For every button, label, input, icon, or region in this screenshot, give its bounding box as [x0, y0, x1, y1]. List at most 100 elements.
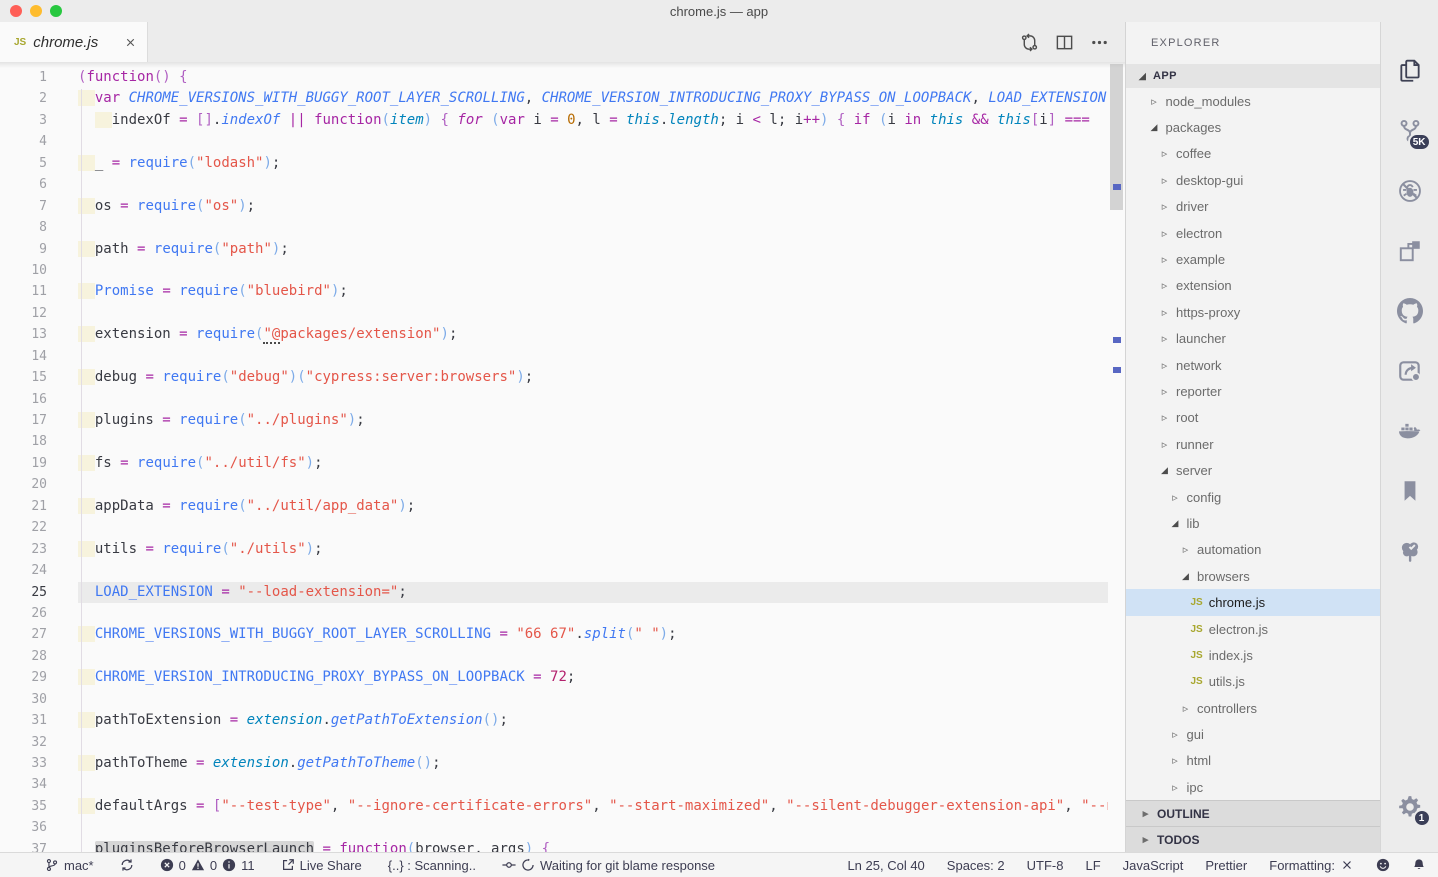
activity-explorer[interactable] [1387, 58, 1433, 118]
code-text[interactable] [78, 774, 1108, 795]
activity-debug[interactable] [1387, 178, 1433, 238]
line-number[interactable]: 1 [0, 67, 47, 88]
code-text[interactable]: Promise = require("bluebird"); [78, 281, 1108, 302]
line-number[interactable]: 22 [0, 517, 47, 538]
tree-item-https-proxy[interactable]: ▹https-proxy [1126, 299, 1380, 325]
code-text[interactable]: fs = require("../util/fs"); [78, 453, 1108, 474]
code-text[interactable] [78, 303, 1108, 324]
tree-item-lib[interactable]: ◢lib [1126, 510, 1380, 536]
line-number[interactable]: 6 [0, 174, 47, 195]
line-number[interactable]: 18 [0, 431, 47, 452]
line-number[interactable]: 8 [0, 217, 47, 238]
code-text[interactable]: (function() { [78, 67, 1108, 88]
tree-item-chrome-js[interactable]: JSchrome.js [1126, 589, 1380, 615]
formatting-toggle[interactable]: Formatting: [1269, 858, 1354, 873]
code-text[interactable]: os = require("os"); [78, 196, 1108, 217]
tree-item-controllers[interactable]: ▹controllers [1126, 695, 1380, 721]
line-number[interactable]: 34 [0, 774, 47, 795]
code-text[interactable] [78, 174, 1108, 195]
tree-item-network[interactable]: ▹network [1126, 352, 1380, 378]
section-header-outline[interactable]: ▸ OUTLINE [1126, 800, 1380, 826]
activity-settings[interactable]: 1 [1387, 794, 1433, 846]
tree-item-extension[interactable]: ▹extension [1126, 273, 1380, 299]
git-branch-status[interactable]: mac* [45, 858, 94, 873]
line-number[interactable]: 30 [0, 689, 47, 710]
tree-item-desktop-gui[interactable]: ▹desktop-gui [1126, 167, 1380, 193]
tree-item-root[interactable]: ▹root [1126, 405, 1380, 431]
git-blame-status[interactable]: Waiting for git blame response [502, 858, 715, 873]
line-number[interactable]: 9 [0, 239, 47, 260]
code-text[interactable] [78, 389, 1108, 410]
activity-bookmarks[interactable] [1387, 478, 1433, 538]
live-share-status[interactable]: Live Share [281, 858, 362, 873]
code-text[interactable] [78, 603, 1108, 624]
tree-item-electron-js[interactable]: JSelectron.js [1126, 616, 1380, 642]
code-text[interactable]: debug = require("debug")("cypress:server… [78, 367, 1108, 388]
more-actions-button[interactable] [1090, 33, 1109, 52]
line-number[interactable]: 24 [0, 560, 47, 581]
line-number[interactable]: 26 [0, 603, 47, 624]
line-number[interactable]: 27 [0, 624, 47, 645]
code-text[interactable]: plugins = require("../plugins"); [78, 410, 1108, 431]
activity-source-control[interactable]: 5K [1387, 118, 1433, 178]
tree-item-browsers[interactable]: ◢browsers [1126, 563, 1380, 589]
activity-todo-tree[interactable] [1387, 538, 1433, 598]
tree-item-node-modules[interactable]: ▹node_modules [1126, 88, 1380, 114]
line-number[interactable]: 2 [0, 88, 47, 109]
code-text[interactable] [78, 646, 1108, 667]
code-text[interactable] [78, 517, 1108, 538]
code-text[interactable] [78, 732, 1108, 753]
line-number[interactable]: 14 [0, 346, 47, 367]
code-text[interactable] [78, 817, 1108, 838]
section-header-todos[interactable]: ▸ TODOS [1126, 826, 1380, 852]
synchronize-changes-button[interactable] [1020, 33, 1039, 52]
code-text[interactable] [78, 131, 1108, 152]
code-text[interactable]: pathToExtension = extension.getPathToExt… [78, 710, 1108, 731]
line-number[interactable]: 36 [0, 817, 47, 838]
line-number[interactable]: 20 [0, 474, 47, 495]
code-text[interactable]: path = require("path"); [78, 239, 1108, 260]
activity-docker[interactable] [1387, 418, 1433, 478]
encoding[interactable]: UTF-8 [1027, 858, 1064, 873]
line-number[interactable]: 3 [0, 110, 47, 131]
editor-scrollbar[interactable] [1108, 62, 1125, 852]
tab-chrome-js[interactable]: JS chrome.js [0, 22, 148, 62]
tree-item-config[interactable]: ▹config [1126, 484, 1380, 510]
line-number[interactable]: 17 [0, 410, 47, 431]
code-text[interactable]: pluginsBeforeBrowserLaunch = function(br… [78, 839, 1108, 852]
activity-live-share[interactable] [1387, 358, 1433, 418]
code-text[interactable]: LOAD_EXTENSION = "--load-extension="; [78, 582, 1108, 603]
code-text[interactable]: pathToTheme = extension.getPathToTheme()… [78, 753, 1108, 774]
tree-item-gui[interactable]: ▹gui [1126, 721, 1380, 747]
code-text[interactable] [78, 689, 1108, 710]
close-icon[interactable] [124, 36, 137, 49]
tree-item-example[interactable]: ▹example [1126, 246, 1380, 272]
activity-github[interactable] [1387, 298, 1433, 358]
line-number[interactable]: 33 [0, 753, 47, 774]
line-number[interactable]: 5 [0, 153, 47, 174]
tree-item-utils-js[interactable]: JSutils.js [1126, 669, 1380, 695]
line-number[interactable]: 25 [0, 582, 47, 603]
code-text[interactable]: CHROME_VERSIONS_WITH_BUGGY_ROOT_LAYER_SC… [78, 624, 1108, 645]
code-text[interactable] [78, 217, 1108, 238]
code-text[interactable] [78, 260, 1108, 281]
cursor-position[interactable]: Ln 25, Col 40 [847, 858, 924, 873]
line-number[interactable]: 32 [0, 732, 47, 753]
tree-item-html[interactable]: ▹html [1126, 748, 1380, 774]
line-number[interactable]: 37 [0, 839, 47, 852]
line-number[interactable]: 16 [0, 389, 47, 410]
tree-item-automation[interactable]: ▹automation [1126, 537, 1380, 563]
tree-item-coffee[interactable]: ▹coffee [1126, 141, 1380, 167]
tree-item-electron[interactable]: ▹electron [1126, 220, 1380, 246]
line-number[interactable]: 7 [0, 196, 47, 217]
code-text[interactable]: utils = require("./utils"); [78, 539, 1108, 560]
line-number[interactable]: 35 [0, 796, 47, 817]
scanning-status[interactable]: {..} : Scanning.. [388, 858, 476, 873]
problems-status[interactable]: 0011 [160, 858, 255, 873]
code-text[interactable]: var CHROME_VERSIONS_WITH_BUGGY_ROOT_LAYE… [78, 88, 1108, 109]
code-text[interactable]: appData = require("../util/app_data"); [78, 496, 1108, 517]
line-number[interactable]: 11 [0, 281, 47, 302]
line-number[interactable]: 15 [0, 367, 47, 388]
minimize-window-button[interactable] [30, 5, 42, 17]
code-text[interactable] [78, 346, 1108, 367]
